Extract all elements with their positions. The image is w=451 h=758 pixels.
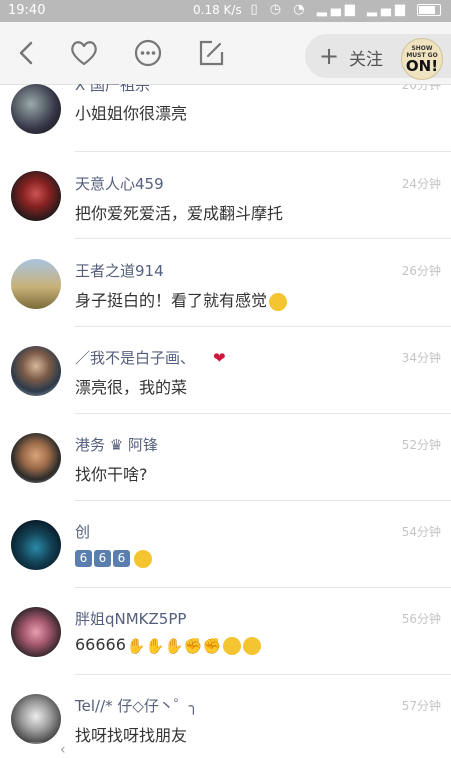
digit-six-emoji-icon: 6 — [94, 550, 111, 567]
comment-author[interactable]: 王者之道914 — [75, 260, 164, 281]
comment-author[interactable]: X 国产祖宗 — [75, 84, 150, 95]
comment-text: 身子挺白的！看了就有感觉 — [75, 291, 268, 310]
clap-emoji-icon: ✋ — [145, 636, 165, 655]
comment-text: 66666 — [75, 635, 126, 654]
clap-emoji-icon: ✋ — [164, 636, 184, 655]
avatar[interactable] — [11, 346, 61, 396]
comment-item[interactable]: 王者之道914 26分钟 身子挺白的！看了就有感觉 — [0, 239, 451, 327]
comment-time: 26分钟 — [401, 264, 441, 278]
comment-author[interactable]: ／我不是白子画、 — [75, 349, 195, 367]
comment-time: 54分钟 — [401, 525, 441, 539]
bottom-fade — [0, 742, 451, 757]
signal-icon: ▂▄▆ — [316, 2, 359, 17]
avatar[interactable] — [11, 694, 61, 744]
comment-time: 56分钟 — [401, 612, 441, 626]
thumbs-up-emoji-icon: ✊ — [202, 636, 222, 655]
signal-icon: ▂▄▆ — [366, 2, 409, 17]
network-speed: 0.18 K/s — [193, 3, 242, 17]
wifi-icon: ◔ — [293, 2, 309, 17]
comment-time: 20分钟 — [401, 84, 441, 92]
comment-item[interactable]: 胖姐qNMKZ5PP 56分钟 66666✋✋✋✊✊ — [0, 587, 451, 675]
comment-author[interactable]: 胖姐qNMKZ5PP — [75, 608, 186, 629]
back-gesture-icon[interactable]: ‹ — [60, 742, 66, 758]
digit-six-emoji-icon: 6 — [113, 550, 130, 567]
comment-item[interactable]: 天意人心459 24分钟 把你爱死爱活，爱成翻斗摩托 — [0, 151, 451, 239]
comment-time: 24分钟 — [401, 177, 441, 191]
follow-label: 关注 — [349, 50, 383, 70]
avatar[interactable] — [11, 520, 61, 570]
follow-button[interactable]: + 关注 SHOW MUST GO ON! — [305, 34, 451, 80]
status-time: 19:40 — [8, 3, 46, 18]
avatar[interactable] — [11, 607, 61, 657]
heart-eyes-emoji-icon — [222, 636, 241, 655]
comment-text: 漂亮很，我的菜 — [75, 378, 188, 397]
clap-emoji-icon: ✋ — [126, 636, 146, 655]
thumbs-up-emoji-icon: ✊ — [183, 636, 203, 655]
ellipsis-icon[interactable] — [133, 38, 163, 68]
heart-eyes-emoji-icon — [242, 636, 261, 655]
comment-item[interactable]: 港务 ♛ 阿锋 52分钟 找你干啥? — [0, 413, 451, 501]
top-toolbar: + 关注 SHOW MUST GO ON! — [0, 22, 451, 85]
comment-author[interactable]: Tel//* 仔◇仔丶゜╮ — [75, 695, 198, 716]
comment-item[interactable]: ／我不是白子画、 ❤ 34分钟 漂亮很，我的菜 — [0, 326, 451, 414]
comment-list[interactable]: X 国产祖宗 20分钟 小姐姐你很漂亮 天意人心459 24分钟 把你爱死爱活，… — [0, 84, 451, 757]
chevron-left-icon[interactable] — [12, 38, 42, 68]
plus-icon: + — [319, 42, 340, 70]
status-bar: 19:40 0.18 K/s ▯ ◷ ◔ ▂▄▆ ▂▄▆ — [0, 0, 451, 22]
comment-time: 52分钟 — [401, 438, 441, 452]
comment-time: 34分钟 — [401, 351, 441, 365]
vibrate-icon: ▯ — [250, 2, 262, 17]
comment-text: 把你爱死爱活，爱成翻斗摩托 — [75, 204, 284, 223]
heart-icon[interactable] — [69, 38, 99, 68]
avatar[interactable] — [11, 259, 61, 309]
comment-text: 找你干啥? — [75, 465, 148, 484]
sunglasses-emoji-icon — [134, 549, 152, 568]
badge-main-text: ON! — [405, 57, 439, 75]
avatar[interactable] — [11, 171, 61, 221]
battery-icon — [417, 3, 441, 16]
avatar[interactable] — [11, 84, 61, 134]
kiss-emoji-icon: ❤ — [213, 349, 226, 367]
comment-author[interactable]: 创 — [75, 521, 90, 542]
comment-author[interactable]: 天意人心459 — [75, 173, 164, 194]
alarm-icon: ◷ — [269, 2, 286, 17]
avatar[interactable] — [11, 433, 61, 483]
comment-author[interactable]: 港务 ♛ 阿锋 — [75, 434, 158, 455]
edit-icon[interactable] — [196, 38, 226, 68]
comment-item[interactable]: 创 54分钟 666666 — [0, 500, 451, 588]
comment-text: 小姐姐你很漂亮 — [75, 104, 188, 123]
comment-item[interactable]: X 国产祖宗 20分钟 小姐姐你很漂亮 — [0, 84, 451, 158]
digit-six-emoji-icon: 6 — [75, 550, 92, 567]
comment-time: 57分钟 — [401, 699, 441, 713]
status-icons: ▯ ◷ ◔ ▂▄▆ ▂▄▆ — [250, 2, 441, 17]
avatar-badge[interactable]: SHOW MUST GO ON! — [401, 38, 443, 80]
smile-emoji-icon — [269, 292, 288, 311]
